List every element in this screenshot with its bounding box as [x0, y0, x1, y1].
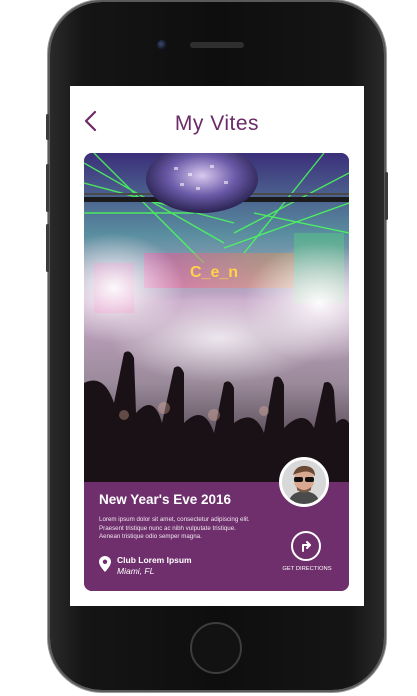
host-avatar[interactable] [279, 457, 329, 507]
volume-up-button [46, 164, 49, 212]
event-photo: C_e_n [84, 153, 349, 482]
get-directions-button[interactable] [291, 531, 321, 561]
event-title: New Year's Eve 2016 [99, 492, 232, 507]
photo-sign-text: C_e_n [190, 264, 238, 281]
venue-name: Club Lorem Ipsum [117, 555, 192, 565]
home-button[interactable] [190, 622, 242, 674]
earpiece-speaker [190, 42, 244, 48]
mute-switch [46, 114, 49, 140]
location-pin-icon [99, 556, 111, 572]
app-screen: My Vites C_e_n New Year's Eve 2016 Lorem… [70, 86, 364, 606]
volume-down-button [46, 224, 49, 272]
venue-city: Miami, FL [117, 566, 155, 576]
get-directions-label[interactable]: GET DIRECTIONS [274, 566, 340, 572]
page-title: My Vites [174, 112, 260, 135]
power-button [385, 172, 388, 220]
front-camera [157, 40, 167, 50]
directions-arrow-icon [302, 541, 311, 552]
event-card[interactable]: C_e_n New Year's Eve 2016 Lorem ipsum do… [84, 153, 349, 591]
avatar-portrait [282, 460, 326, 504]
event-description: Lorem ipsum dolor sit amet, consectetur … [99, 516, 250, 540]
